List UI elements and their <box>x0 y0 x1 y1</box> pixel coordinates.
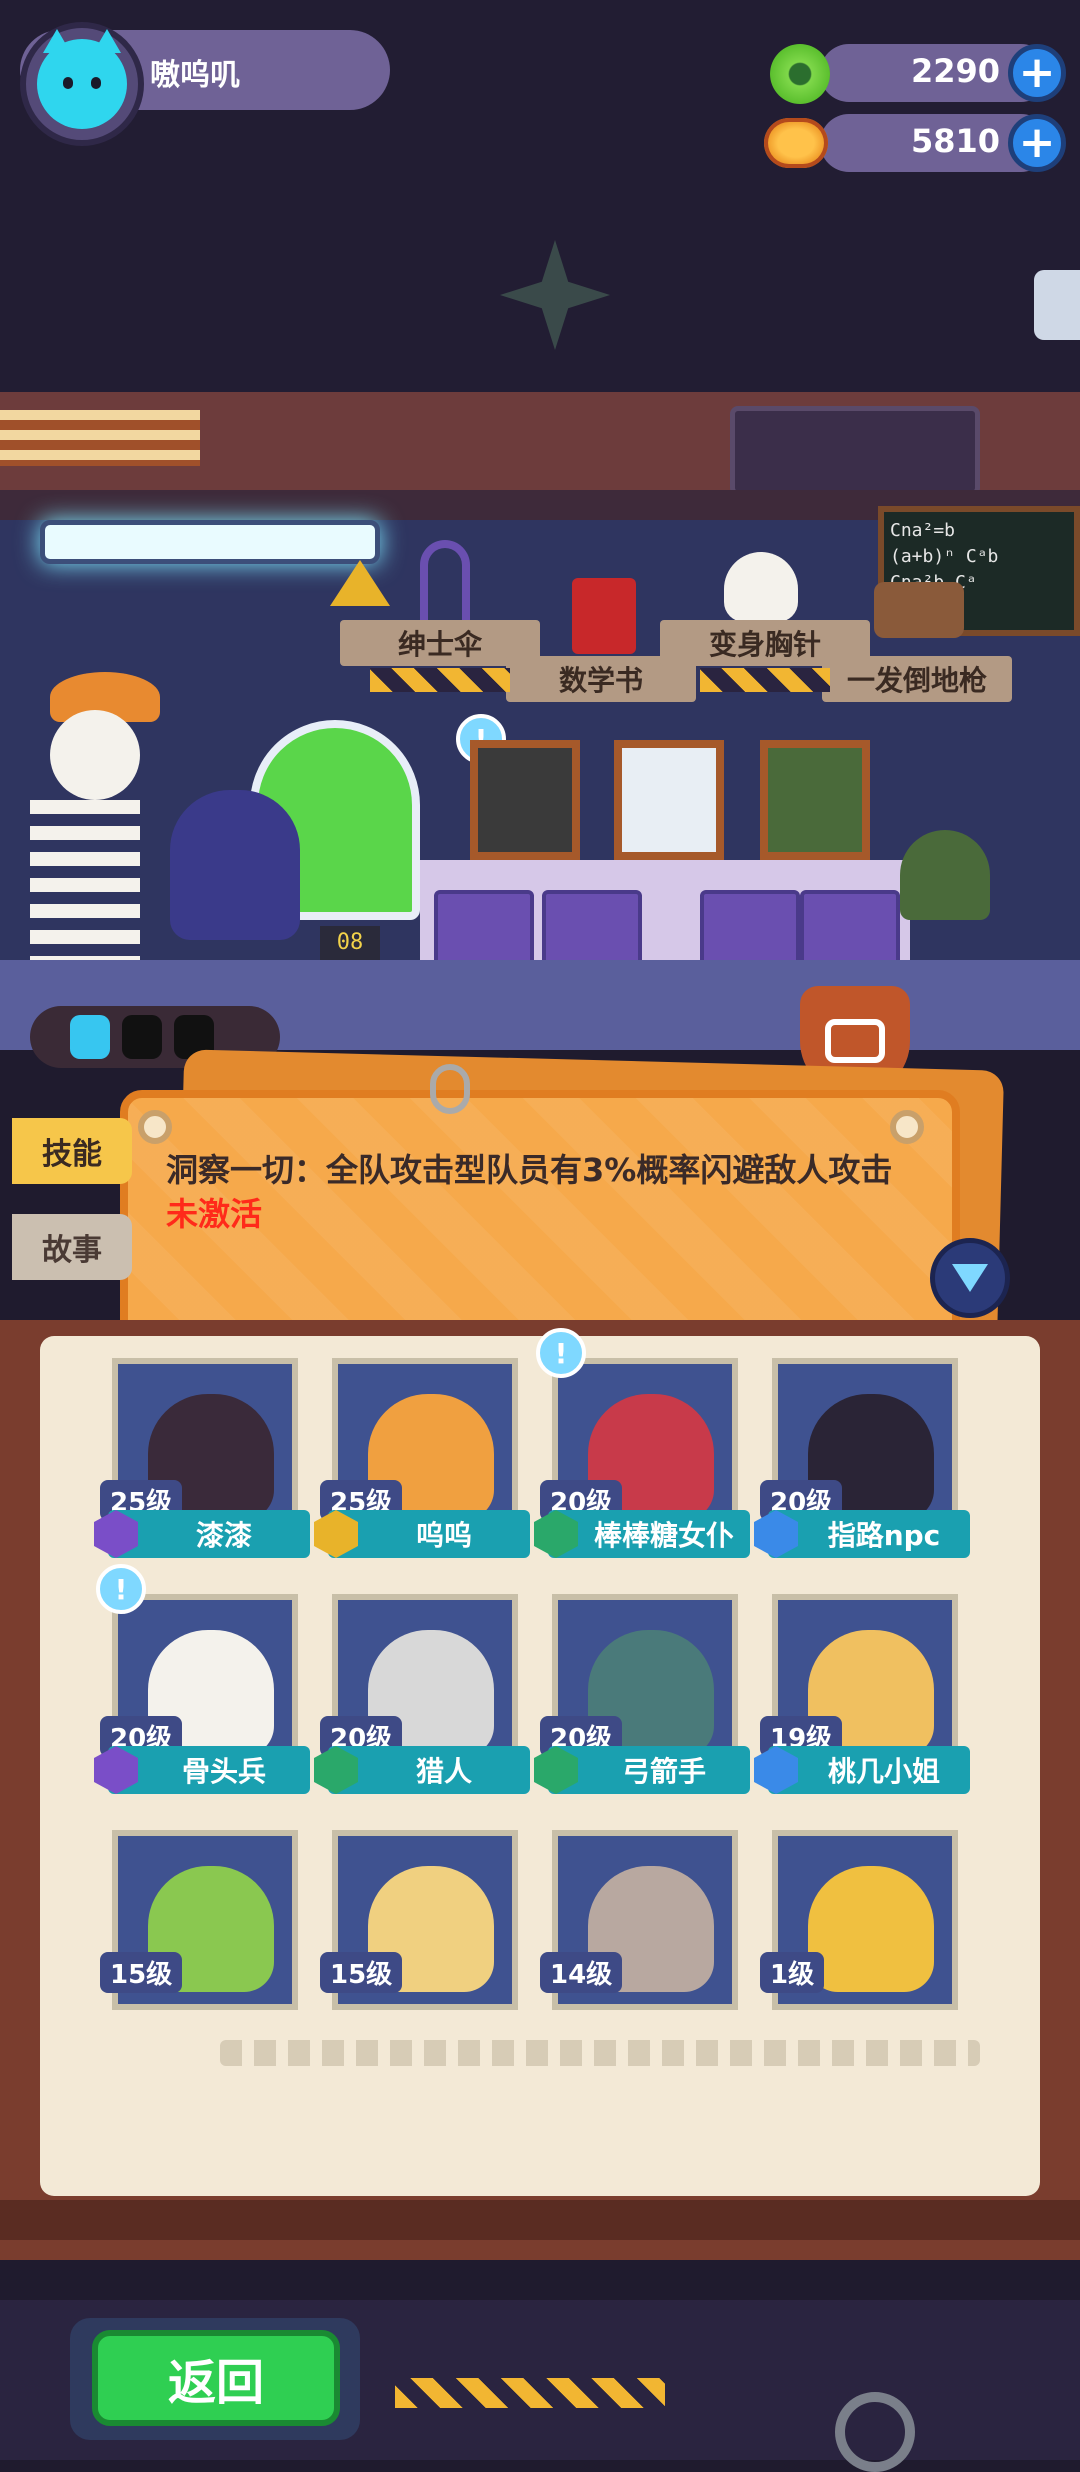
cat-avatar-icon <box>37 29 127 129</box>
character-card[interactable]: 25级 漆漆 <box>94 1358 310 1558</box>
side-clip-icon[interactable] <box>1034 270 1080 340</box>
character-name: 桃几小姐 <box>768 1746 970 1794</box>
character-level: 14级 <box>540 1952 623 1993</box>
character-card[interactable]: 20级 猎人 <box>314 1594 530 1794</box>
warning-icon <box>330 560 390 606</box>
gun-icon <box>874 582 964 638</box>
skeleton-body <box>30 800 140 980</box>
vent-panel <box>0 410 200 466</box>
skull-brooch-icon <box>724 552 798 622</box>
character-name: 骨头兵 <box>108 1746 310 1794</box>
filter-button[interactable] <box>930 1238 1010 1318</box>
paperclip-icon <box>430 1064 470 1114</box>
tab-story[interactable]: 故事 <box>12 1214 132 1280</box>
character-name: 漆漆 <box>108 1510 310 1558</box>
tab-skill[interactable]: 技能 <box>12 1118 132 1184</box>
green-coin-icon <box>770 44 830 104</box>
character-name: 棒棒糖女仆 <box>548 1510 750 1558</box>
character-card[interactable]: 15级 <box>100 1830 310 2030</box>
back-button[interactable]: 返回 <box>92 2330 340 2426</box>
skill-description: 洞察一切：全队攻击型队员有3%概率闪避敌人攻击 未激活 <box>166 1148 906 1236</box>
orange-coin-icon <box>764 118 828 168</box>
orange-coin-value: 5810 <box>910 122 1000 160</box>
character-level: 1级 <box>760 1952 825 1993</box>
portrait-frame[interactable] <box>760 740 870 860</box>
book-spine <box>0 2200 1080 2240</box>
hazard-stripe <box>395 2378 665 2408</box>
chalk-line: (a+b)ⁿ Cᵃb <box>890 546 999 567</box>
neon-light <box>40 520 380 564</box>
panel-pin <box>890 1110 924 1144</box>
page-footer-text <box>220 2040 980 2066</box>
panel-pin <box>138 1110 172 1144</box>
skill-text: 洞察一切：全队攻击型队员有3%概率闪避敌人攻击 <box>166 1151 893 1189</box>
filter-icon <box>952 1264 988 1292</box>
character-name: 猎人 <box>328 1746 530 1794</box>
player-name: 嗷呜叽 <box>150 58 240 93</box>
green-coin-value: 2290 <box>910 52 1000 90</box>
tank-counter: 08 <box>320 926 380 960</box>
character-card[interactable]: 14级 <box>540 1830 750 2030</box>
character-name: 指路npc <box>768 1510 970 1558</box>
add-green-coin-button[interactable]: + <box>1008 44 1066 102</box>
notice-bubble-icon[interactable]: ! <box>96 1564 146 1614</box>
math-book-icon <box>572 578 636 654</box>
add-orange-coin-button[interactable]: + <box>1008 114 1066 172</box>
chalk-line: Cna²=b <box>890 520 956 541</box>
ghost-sign-icon <box>730 406 980 496</box>
umbrella-icon <box>420 540 470 620</box>
character-level: 15级 <box>320 1952 403 1993</box>
character-card[interactable]: 20级 弓箭手 <box>534 1594 750 1794</box>
character-card[interactable]: 20级 指路npc <box>754 1358 970 1558</box>
character-name: 弓箭手 <box>548 1746 750 1794</box>
character-card[interactable]: 1级 <box>760 1830 970 2030</box>
character-card[interactable]: 15级 <box>320 1830 530 2030</box>
character-card[interactable]: 20级 棒棒糖女仆! <box>534 1328 750 1558</box>
character-card[interactable]: 19级 桃几小姐 <box>754 1594 970 1794</box>
skeleton-character[interactable] <box>50 710 140 800</box>
skill-status: 未激活 <box>166 1195 263 1233</box>
energy-slot-empty <box>122 1015 162 1059</box>
round-button[interactable] <box>835 2392 915 2472</box>
character-figure <box>808 1866 934 1992</box>
potted-plant <box>900 830 990 920</box>
portrait-frame[interactable] <box>470 740 580 860</box>
energy-slot-filled <box>70 1015 110 1059</box>
character-name: 呜呜 <box>328 1510 530 1558</box>
character-level: 15级 <box>100 1952 183 1993</box>
notice-bubble-icon[interactable]: ! <box>536 1328 586 1378</box>
character-card[interactable]: 25级 呜呜 <box>314 1358 530 1558</box>
hazard-stripe <box>700 668 830 692</box>
character-card[interactable]: 20级 骨头兵! <box>94 1564 310 1794</box>
player-avatar[interactable] <box>20 22 144 146</box>
item-label-gun[interactable]: 一发倒地枪 <box>822 656 1012 702</box>
portrait-frame[interactable] <box>614 740 724 860</box>
hazard-stripe <box>370 668 510 692</box>
player-character[interactable] <box>170 790 300 940</box>
